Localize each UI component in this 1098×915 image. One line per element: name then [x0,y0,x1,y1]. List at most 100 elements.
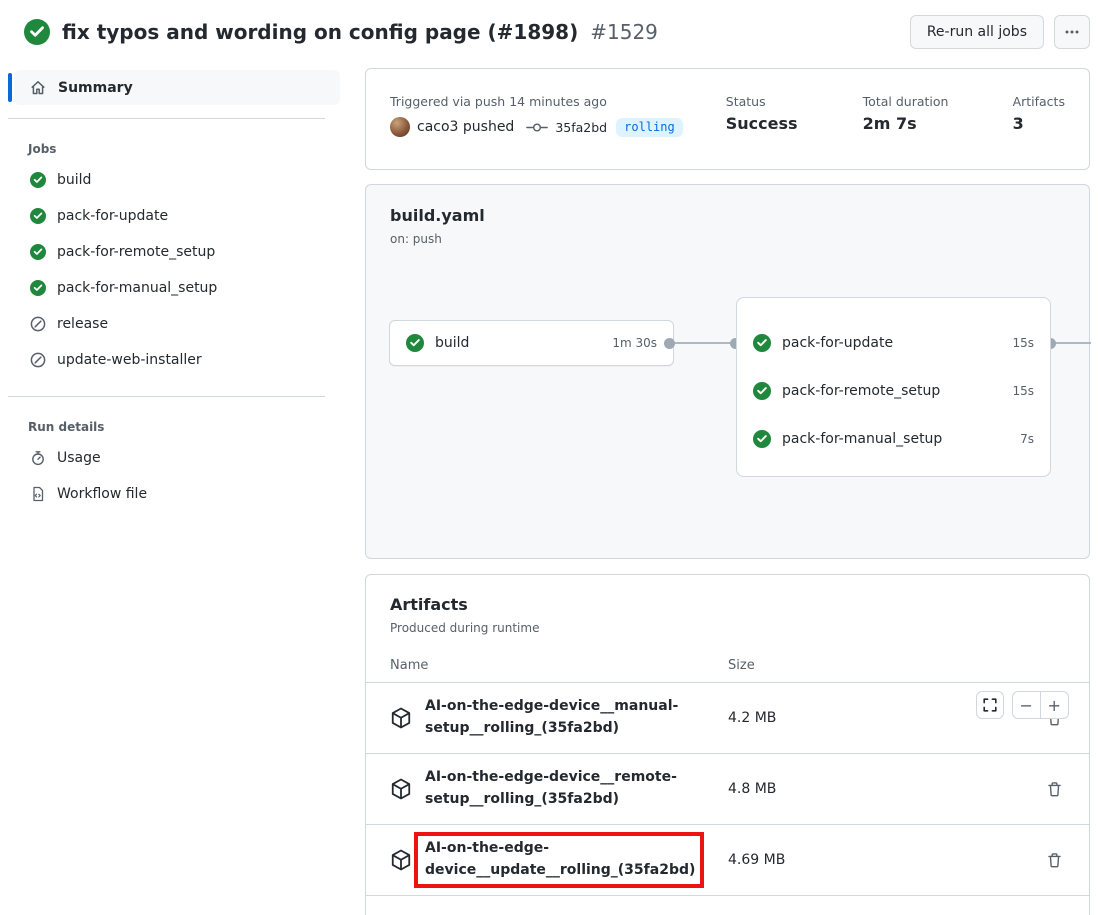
artifacts-count-label: Artifacts [1013,94,1065,109]
sidebar-job-pack-for-update[interactable]: pack-for-update [30,198,340,234]
trash-icon [1046,852,1063,869]
sidebar-job-pack-for-manual-setup[interactable]: pack-for-manual_setup [30,270,340,306]
sidebar-job-pack-for-remote-setup[interactable]: pack-for-remote_setup [30,234,340,270]
workflow-file-name: build.yaml [390,206,1065,225]
check-circle-icon [753,334,771,352]
artifact-name-link[interactable]: AI-on-the-edge-device__remote-setup__rol… [425,767,707,810]
graph-job-group: pack-for-update 15s pack-for-remote_setu… [736,297,1051,477]
artifact-name-link[interactable]: AI-on-the-edge-device__update__rolling_(… [425,840,695,878]
job-label: update-web-installer [57,352,202,368]
more-options-button[interactable] [1054,15,1090,49]
trash-icon [1046,781,1063,798]
zoom-in-button[interactable]: + [1041,692,1068,718]
duration-label: Total duration [863,94,1013,109]
home-icon [30,80,46,96]
artifact-size: 4.2 MB [728,710,978,726]
zoom-control: − + [1012,691,1069,719]
sidebar-job-release[interactable]: release [30,306,340,342]
run-summary-card: Triggered via push 14 minutes ago caco3 … [365,68,1090,170]
graph-node-label: pack-for-remote_setup [782,383,940,399]
sidebar: Summary Jobs build pack-for-update pack-… [8,55,340,915]
sidebar-item-summary[interactable]: Summary [14,70,340,105]
zoom-out-button[interactable]: − [1013,692,1041,718]
fullscreen-button[interactable] [976,691,1004,719]
artifacts-subtitle: Produced during runtime [390,621,1065,635]
actor-pushed-text[interactable]: caco3 pushed [417,119,514,135]
workflow-file-icon [30,486,46,502]
skipped-circle-icon [30,352,46,368]
check-circle-icon [406,334,424,352]
sidebar-divider [8,118,325,119]
status-label: Status [726,94,863,109]
artifact-row: AI-on-the-edge-device__update__rolling_(… [366,825,1089,896]
run-header: fix typos and wording on config page (#1… [0,0,1098,55]
stopwatch-icon [30,450,46,466]
check-circle-icon [30,172,46,188]
run-details-label: Usage [57,450,101,466]
graph-node-build[interactable]: build 1m 30s [389,320,674,366]
graph-node-label: build [435,335,469,351]
workflow-graph-card: build.yaml on: push build 1m 30s pack-fo… [365,184,1090,559]
rerun-all-jobs-button[interactable]: Re-run all jobs [910,15,1044,49]
artifact-size: 4.69 MB [728,852,978,868]
graph-node-label: pack-for-update [782,335,893,351]
sidebar-summary-label: Summary [58,80,133,96]
artifacts-card: Artifacts Produced during runtime Name S… [365,574,1090,915]
connector-line [671,342,737,344]
artifacts-title: Artifacts [390,595,1065,614]
graph-node-pack-for-update[interactable]: pack-for-update 15s [737,319,1050,367]
artifact-size: 4.8 MB [728,781,978,797]
graph-node-pack-for-remote-setup[interactable]: pack-for-remote_setup 15s [737,367,1050,415]
job-label: build [57,172,91,188]
check-circle-icon [30,244,46,260]
package-icon [390,778,412,800]
column-header-name: Name [390,658,728,673]
skipped-circle-icon [30,316,46,332]
column-header-size: Size [728,658,755,673]
check-circle-icon [753,430,771,448]
job-label: pack-for-manual_setup [57,280,217,296]
avatar[interactable] [390,117,410,137]
trigger-text: Triggered via push 14 minutes ago [390,94,726,109]
branch-badge[interactable]: rolling [616,118,683,137]
connector-dot [664,338,675,349]
graph-node-pack-for-manual-setup[interactable]: pack-for-manual_setup 7s [737,415,1050,463]
active-accent-bar [8,73,12,102]
duration-value: 2m 7s [863,114,1013,133]
check-circle-icon [753,382,771,400]
run-details-section-header: Run details [28,420,340,434]
commit-icon [526,120,548,135]
graph-node-duration: 15s [1012,336,1034,350]
sidebar-divider [8,396,325,397]
graph-node-label: pack-for-manual_setup [782,431,942,447]
workflow-trigger: on: push [390,232,1065,246]
job-label: release [57,316,108,332]
job-label: pack-for-update [57,208,168,224]
artifacts-count-value: 3 [1013,114,1065,133]
run-details-label: Workflow file [57,486,147,502]
check-circle-icon [30,208,46,224]
check-circle-icon [24,19,50,45]
delete-artifact-button[interactable] [1044,850,1065,871]
page-title: fix typos and wording on config page (#1… [62,20,578,44]
graph-node-duration: 7s [1020,432,1034,446]
commit-sha-link[interactable]: 35fa2bd [555,120,607,135]
job-label: pack-for-remote_setup [57,244,215,260]
connector-line [1052,342,1091,344]
sidebar-item-usage[interactable]: Usage [30,440,340,476]
graph-node-duration: 15s [1012,384,1034,398]
package-icon [390,849,412,871]
status-value: Success [726,114,863,133]
sidebar-job-update-web-installer[interactable]: update-web-installer [30,342,340,378]
sidebar-job-build[interactable]: build [30,162,340,198]
delete-artifact-button[interactable] [1044,779,1065,800]
artifacts-table-header: Name Size [366,648,1089,683]
artifact-name-link[interactable]: AI-on-the-edge-device__manual-setup__rol… [425,696,707,739]
artifact-row: AI-on-the-edge-device__remote-setup__rol… [366,754,1089,825]
check-circle-icon [30,280,46,296]
graph-node-duration: 1m 30s [612,336,657,350]
run-number: #1529 [590,20,658,44]
package-icon [390,707,412,729]
sidebar-item-workflow-file[interactable]: Workflow file [30,476,340,512]
jobs-section-header: Jobs [28,142,340,156]
